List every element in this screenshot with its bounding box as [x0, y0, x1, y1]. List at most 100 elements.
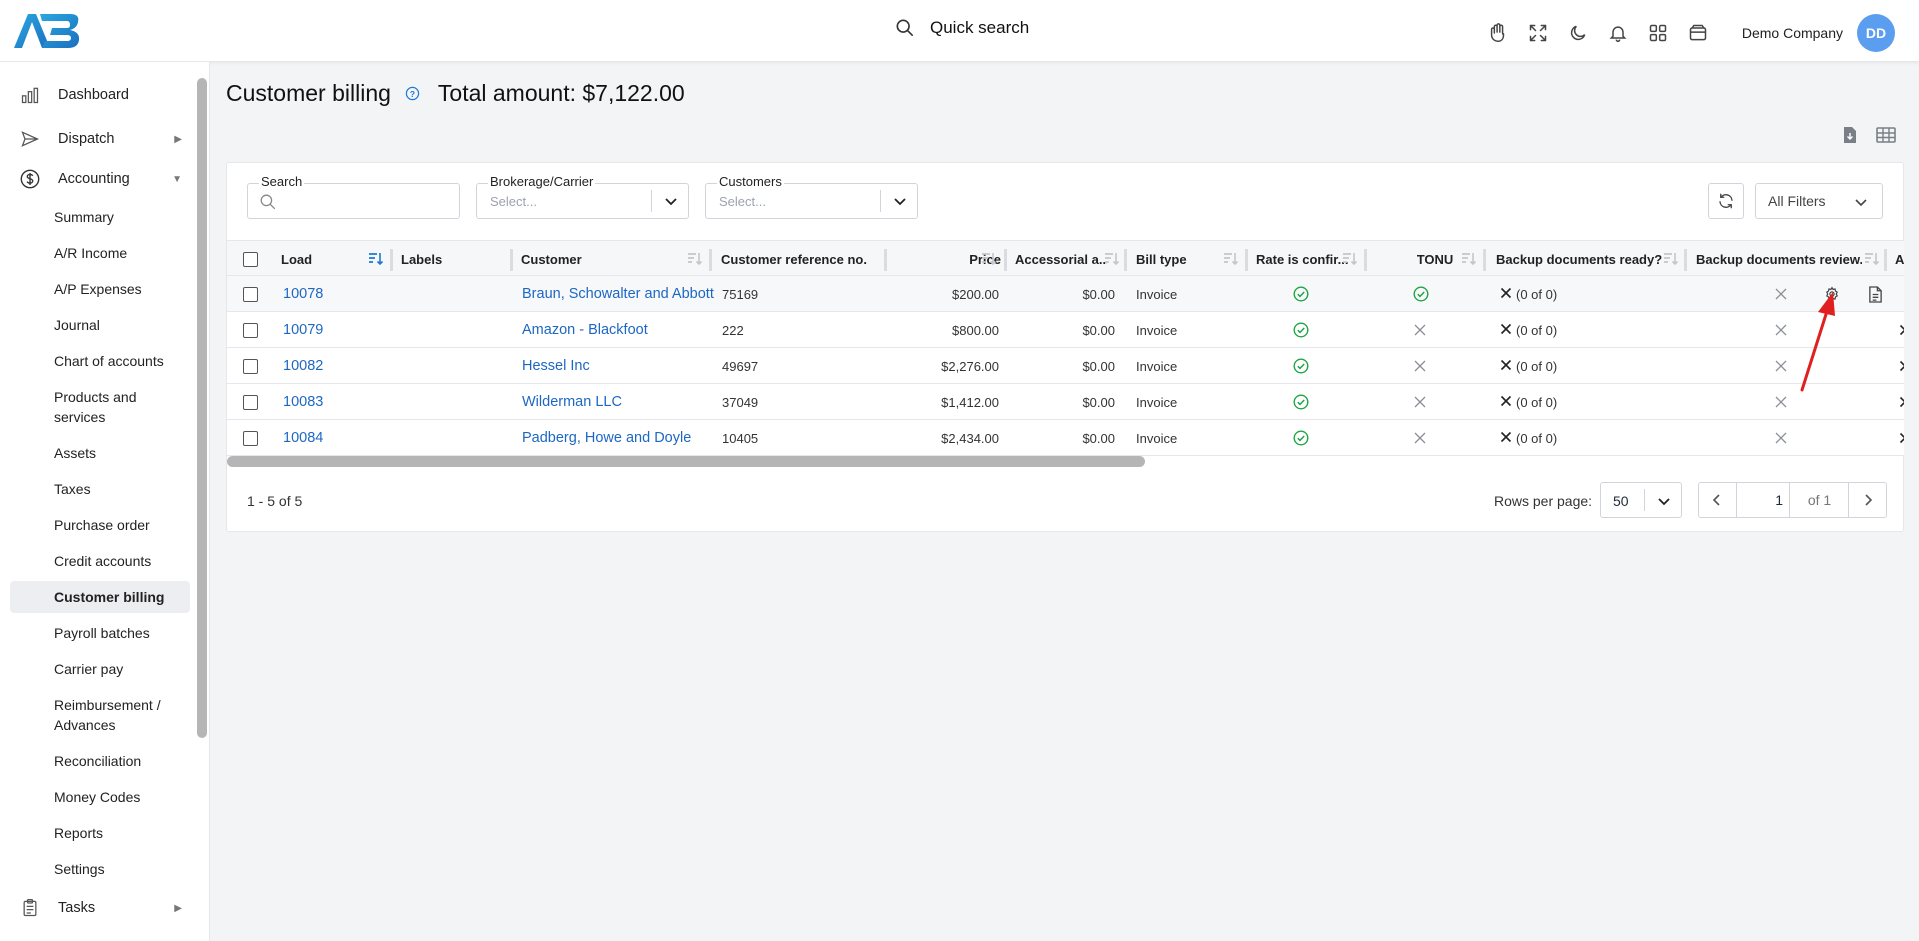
sidebar-item-ap-expenses[interactable]: A/P Expenses [10, 279, 190, 299]
sidebar-item-taxes[interactable]: Taxes [10, 479, 190, 499]
page-number-input[interactable]: 1 [1736, 483, 1790, 517]
column-resizer[interactable] [709, 249, 712, 271]
sort-icon[interactable] [981, 252, 997, 266]
next-page-button[interactable] [1850, 483, 1886, 517]
column-resizer[interactable] [1124, 249, 1127, 271]
load-link[interactable]: 10082 [283, 348, 323, 384]
column-header-load[interactable]: Load [281, 241, 351, 277]
sort-icon[interactable] [1223, 252, 1239, 266]
sidebar-item-carrier-pay[interactable]: Carrier pay [10, 659, 190, 679]
column-header-customer[interactable]: Customer [521, 241, 641, 277]
column-header-accessorial[interactable]: Accessorial a... [1015, 241, 1107, 277]
hand-icon[interactable] [1478, 16, 1518, 50]
column-header-customer-reference[interactable]: Customer reference no. [721, 241, 891, 277]
sidebar-item-credit-accounts[interactable]: Credit accounts [10, 551, 190, 571]
column-header-tonu[interactable]: TONU [1375, 241, 1495, 277]
load-link[interactable]: 10083 [283, 384, 323, 420]
load-link[interactable]: 10078 [283, 276, 323, 312]
sidebar-item-payroll-batches[interactable]: Payroll batches [10, 623, 190, 643]
row-checkbox[interactable] [243, 394, 258, 410]
table-row[interactable]: 10078 Braun, Schowalter and Abbott 75169 $2… [227, 276, 1904, 312]
sidebar-item-products-and-services[interactable]: Products and services [10, 387, 190, 427]
sidebar-item-dispatch[interactable]: Dispatch ▶ [10, 128, 190, 150]
sort-icon[interactable] [1342, 252, 1358, 266]
column-resizer[interactable] [1483, 249, 1486, 271]
customer-link[interactable]: Hessel Inc [522, 348, 714, 384]
sidebar-item-tasks[interactable]: Tasks ▶ [10, 897, 190, 919]
sort-active-icon[interactable] [368, 252, 384, 266]
customer-link[interactable]: Wilderman LLC [522, 384, 714, 420]
row-checkbox[interactable] [243, 358, 258, 374]
customer-link[interactable]: Braun, Schowalter and Abbott [522, 276, 714, 312]
sort-icon[interactable] [1663, 252, 1679, 266]
sidebar-item-money-codes[interactable]: Money Codes [10, 787, 190, 807]
wallet-icon[interactable] [1678, 16, 1718, 50]
sidebar-item-dashboard[interactable]: Dashboard [10, 84, 190, 106]
load-link[interactable]: 10079 [283, 312, 323, 348]
sort-icon[interactable] [1864, 252, 1880, 266]
moon-icon[interactable] [1558, 16, 1598, 50]
table-horizontal-scrollbar[interactable] [227, 456, 1145, 467]
sidebar-item-reconciliation[interactable]: Reconciliation [10, 751, 190, 771]
sidebar-item-assets[interactable]: Assets [10, 443, 190, 463]
column-header-backup-reviewed[interactable]: Backup documents review... [1696, 241, 1862, 277]
sidebar-scrollbar[interactable] [197, 78, 207, 738]
column-resizer[interactable] [1004, 249, 1007, 271]
table-row[interactable]: 10079 Amazon - Blackfoot 222 $800.00 $0.00 In… [227, 312, 1904, 348]
bill-type-cell: Invoice [1136, 286, 1178, 302]
previous-page-button[interactable] [1699, 483, 1735, 517]
sidebar-item-settings[interactable]: Settings [10, 859, 190, 879]
table-row[interactable]: 10083 Wilderman LLC 37049 $1,412.00 $0.00 Inv… [227, 384, 1904, 420]
sidebar-item-reimbursement-advances[interactable]: Reimbursement / Advances [10, 695, 190, 735]
gear-icon[interactable] [1824, 276, 1840, 312]
close-icon [1899, 348, 1904, 384]
column-resizer[interactable] [884, 249, 887, 271]
quick-search[interactable]: Quick search [896, 18, 1029, 38]
help-icon[interactable]: ? [405, 86, 420, 101]
table-row[interactable]: 10084 Padberg, Howe and Doyle 10405 $2,434.… [227, 420, 1904, 456]
customer-link[interactable]: Padberg, Howe and Doyle [522, 420, 714, 456]
sidebar-item-reports[interactable]: Reports [10, 823, 190, 843]
sidebar-item-accounting[interactable]: Accounting ▼ [10, 168, 190, 190]
company-name[interactable]: Demo Company [1742, 25, 1843, 41]
sidebar-item-customer-billing[interactable]: Customer billing [10, 581, 190, 613]
export-file-icon[interactable] [1842, 126, 1858, 144]
column-resizer[interactable] [1364, 249, 1367, 271]
sidebar-item-chart-of-accounts[interactable]: Chart of accounts [10, 351, 190, 371]
row-checkbox[interactable] [243, 430, 258, 446]
all-filters-button[interactable]: All Filters [1755, 183, 1883, 219]
sidebar-item-purchase-order[interactable]: Purchase order [10, 515, 190, 535]
row-checkbox[interactable] [243, 286, 258, 302]
document-icon[interactable] [1868, 276, 1883, 312]
sort-icon[interactable] [1104, 252, 1120, 266]
column-resizer[interactable] [510, 249, 513, 271]
bell-icon[interactable] [1598, 16, 1638, 50]
select-all-checkbox[interactable] [243, 251, 258, 267]
fullscreen-icon[interactable] [1518, 16, 1558, 50]
close-icon [1413, 312, 1427, 348]
avatar[interactable]: DD [1857, 14, 1895, 52]
column-header-truncated[interactable]: A [1895, 241, 1904, 277]
sidebar-item-summary[interactable]: Summary [10, 207, 190, 227]
sidebar-item-journal[interactable]: Journal [10, 315, 190, 335]
column-resizer[interactable] [1684, 249, 1687, 271]
row-checkbox[interactable] [243, 322, 258, 338]
customer-link[interactable]: Amazon - Blackfoot [522, 312, 714, 348]
column-header-rate-confirmed[interactable]: Rate is confir... [1256, 241, 1348, 277]
column-resizer[interactable] [1884, 249, 1887, 271]
apps-grid-icon[interactable] [1638, 16, 1678, 50]
rows-per-page-select[interactable]: 50 [1600, 482, 1682, 518]
column-header-backup-ready[interactable]: Backup documents ready? [1496, 241, 1666, 277]
table-row[interactable]: 10082 Hessel Inc 49697 $2,276.00 $0.00 Invoic… [227, 348, 1904, 384]
load-link[interactable]: 10084 [283, 420, 323, 456]
refresh-button[interactable] [1708, 183, 1744, 219]
column-header-bill-type[interactable]: Bill type [1136, 241, 1216, 277]
column-header-labels[interactable]: Labels [401, 241, 481, 277]
sort-icon[interactable] [687, 252, 703, 266]
app-logo[interactable] [12, 10, 82, 50]
column-resizer[interactable] [390, 249, 393, 271]
table-view-icon[interactable] [1876, 126, 1896, 144]
sidebar-item-ar-income[interactable]: A/R Income [10, 243, 190, 263]
sort-icon[interactable] [1461, 252, 1477, 266]
column-resizer[interactable] [1245, 249, 1248, 271]
